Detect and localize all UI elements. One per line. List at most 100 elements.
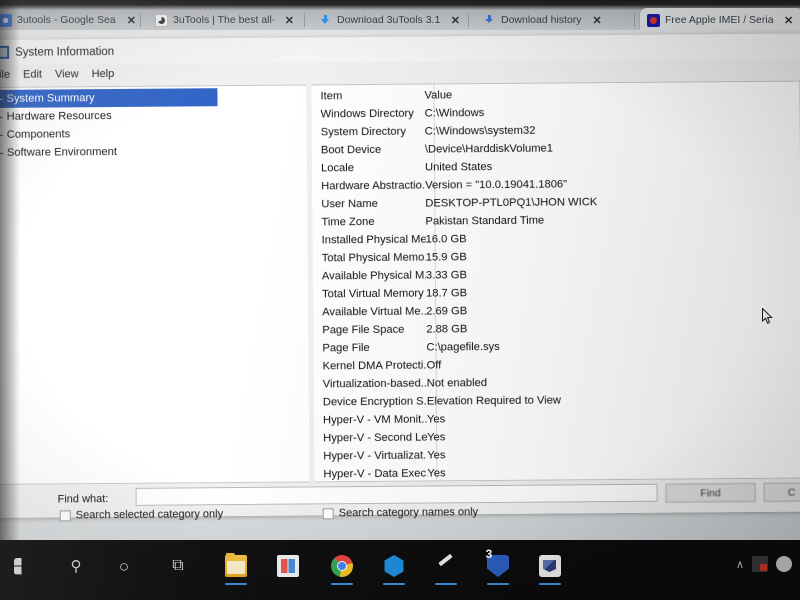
chrome-button[interactable] — [322, 546, 362, 586]
imei-checker-icon — [647, 13, 660, 27]
cell-item: Locale — [320, 162, 355, 175]
3utools-button[interactable]: 3 — [478, 546, 518, 586]
windows-taskbar: ⚲ ○ ⧉ 3 ∧ — [0, 540, 800, 600]
browser-tab-label: Free Apple IMEI / Serial — [665, 14, 773, 26]
close-icon[interactable]: ✕ — [127, 14, 136, 27]
system-tray: ∧ — [736, 550, 792, 578]
cell-value: 15.9 GB — [425, 251, 467, 264]
task-view-button[interactable]: ⧉ — [158, 546, 198, 586]
cell-value: Yes — [427, 467, 446, 480]
browser-tab-0[interactable]: 3utools - Google Search ✕ — [0, 8, 140, 32]
blue-hexagon-icon — [384, 555, 404, 577]
system-information-icon — [0, 45, 10, 59]
cell-value: Elevation Required to View — [426, 394, 562, 408]
chevron-up-icon[interactable]: ∧ — [736, 558, 744, 571]
cell-item: Hyper-V - Data Exec... — [323, 467, 428, 481]
cell-value: United States — [424, 161, 493, 174]
cell-item: Device Encryption S... — [322, 395, 427, 409]
google-icon — [0, 13, 12, 27]
menu-edit[interactable]: Edit — [23, 69, 42, 81]
details-table: Item Value Windows Directory C:\Windows S… — [311, 82, 800, 483]
app-shield-button[interactable] — [530, 546, 570, 586]
cell-value: Not enabled — [426, 377, 488, 390]
column-header-item[interactable]: Item — [311, 90, 424, 103]
browser-tab-4[interactable]: Free Apple IMEI / Serial ✕ — [640, 8, 800, 32]
cell-value: 18.7 GB — [425, 287, 468, 300]
find-button[interactable]: Find — [665, 482, 756, 503]
checkbox-search-selected-category[interactable]: Search selected category only — [59, 508, 223, 521]
search-button[interactable]: ⚲ — [56, 546, 96, 586]
browser-tab-2[interactable]: Download 3uTools 3.16.0 ✕ — [312, 8, 464, 32]
cell-item: Hardware Abstractio... — [321, 179, 426, 193]
checkbox-icon[interactable] — [59, 509, 71, 521]
cell-value: Yes — [427, 449, 446, 462]
cell-value: 16.0 GB — [425, 233, 467, 246]
column-header-value[interactable]: Value — [424, 87, 799, 101]
close-icon[interactable]: ✕ — [451, 14, 460, 27]
expand-icon[interactable] — [0, 112, 3, 121]
cell-value: C:\Windows\system32 — [424, 124, 536, 138]
cell-item: Kernel DMA Protecti... — [322, 359, 427, 373]
microsoft-store-icon — [277, 555, 299, 577]
sidebar-item-label: Software Environment — [6, 145, 117, 159]
file-explorer-button[interactable] — [216, 546, 256, 586]
menu-view[interactable]: View — [55, 68, 79, 80]
windows-logo-icon — [13, 557, 22, 575]
close-icon[interactable]: ✕ — [593, 14, 602, 27]
cell-item: Available Physical M... — [321, 269, 426, 283]
collapse-icon[interactable] — [0, 94, 2, 103]
3utools-badge: 3 — [485, 547, 493, 561]
cell-value: C:\pagefile.sys — [426, 340, 500, 354]
cell-item: Windows Directory — [320, 107, 414, 121]
menu-help[interactable]: Help — [92, 68, 115, 80]
running-indicator — [225, 583, 247, 585]
close-icon[interactable]: ✕ — [784, 14, 793, 27]
circle-icon[interactable] — [776, 556, 792, 572]
browser-tab-3[interactable]: Download history ✕ — [476, 8, 628, 32]
search-input[interactable] — [135, 483, 658, 506]
cell-value: \Device\HarddiskVolume1 — [424, 142, 554, 156]
cell-item: Boot Device — [320, 143, 382, 157]
browser-tab-1[interactable]: 3uTools | The best all-in ✕ — [148, 8, 298, 32]
cell-item: Page File Space — [322, 323, 405, 337]
red-badge-icon[interactable] — [752, 556, 768, 572]
close-icon[interactable]: ✕ — [285, 14, 294, 27]
sidebar-item-system-summary[interactable]: System Summary — [0, 88, 218, 108]
start-button[interactable] — [2, 546, 42, 586]
cell-item: Page File — [322, 342, 370, 355]
cell-value: 2.69 GB — [426, 305, 468, 318]
menu-file[interactable]: File — [0, 69, 10, 81]
details-pane[interactable]: Item Value Windows Directory C:\Windows S… — [311, 80, 800, 483]
checkbox-search-category-names[interactable]: Search category names only — [322, 506, 478, 519]
cell-item: System Directory — [320, 125, 406, 139]
pen-icon — [435, 555, 457, 577]
cortana-button[interactable]: ○ — [104, 546, 144, 586]
task-view-icon: ⧉ — [172, 557, 184, 574]
category-tree-pane[interactable]: System Summary Hardware Resources Compon… — [0, 84, 310, 485]
sidebar-item-label: Components — [6, 128, 71, 141]
tab-separator — [468, 13, 469, 27]
running-indicator — [487, 583, 509, 585]
browser-tab-label: 3utools - Google Search — [17, 14, 116, 26]
running-indicator — [539, 583, 561, 585]
hexagon-app-button[interactable] — [374, 546, 414, 586]
download-icon — [319, 14, 332, 27]
chrome-icon — [331, 555, 353, 577]
pen-app-button[interactable] — [426, 546, 466, 586]
3utools-web-icon — [155, 13, 168, 27]
window-body: System Summary Hardware Resources Compon… — [0, 80, 800, 485]
cell-item: Total Virtual Memory — [321, 287, 424, 301]
close-button[interactable]: C — [763, 482, 800, 502]
cell-item: Hyper-V - Second Le... — [323, 431, 428, 445]
sidebar-item-software-environment[interactable]: Software Environment — [0, 141, 307, 161]
cell-value: Yes — [426, 413, 446, 426]
microsoft-store-button[interactable] — [268, 546, 308, 586]
checkbox-icon[interactable] — [322, 507, 334, 519]
expand-icon[interactable] — [0, 130, 3, 139]
expand-icon[interactable] — [0, 148, 3, 157]
tab-separator — [304, 13, 305, 27]
search-icon: ⚲ — [70, 557, 82, 575]
running-indicator — [435, 583, 457, 585]
window-title: System Information — [15, 45, 115, 59]
cell-value: Off — [426, 359, 442, 372]
